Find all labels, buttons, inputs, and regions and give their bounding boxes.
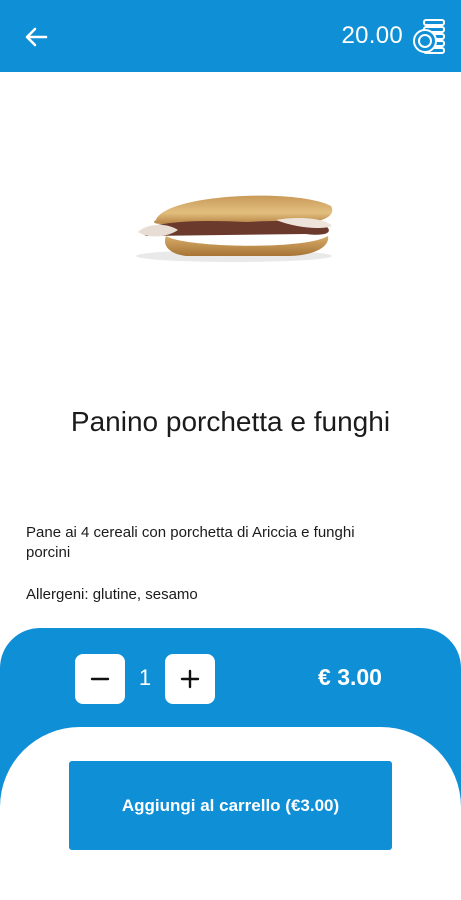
minus-icon	[90, 677, 110, 681]
coins-icon	[413, 19, 445, 54]
product-title: Panino porchetta e funghi	[70, 406, 391, 437]
total-price: € 3.00	[318, 664, 382, 690]
decrease-quantity-button[interactable]	[75, 654, 125, 704]
product-allergens: Allergeni: glutine, sesamo	[26, 586, 198, 603]
credit-value: 20.00	[341, 22, 403, 49]
plus-icon	[180, 669, 200, 689]
back-button[interactable]	[20, 22, 52, 52]
app-bar: 20.00	[0, 0, 461, 72]
quantity-value: 1	[138, 665, 152, 690]
sandwich-image	[136, 195, 333, 262]
arrow-left-icon	[25, 27, 48, 47]
product-image	[126, 176, 338, 266]
add-to-cart-label: Aggiungi al carrello (€3.00)	[121, 795, 340, 815]
product-description: Pane ai 4 cereali con porchetta di Aricc…	[26, 524, 355, 561]
increase-quantity-button[interactable]	[165, 654, 215, 704]
credit-balance[interactable]: 20.00	[341, 16, 447, 56]
add-to-cart-button[interactable]: Aggiungi al carrello (€3.00)	[69, 761, 392, 850]
